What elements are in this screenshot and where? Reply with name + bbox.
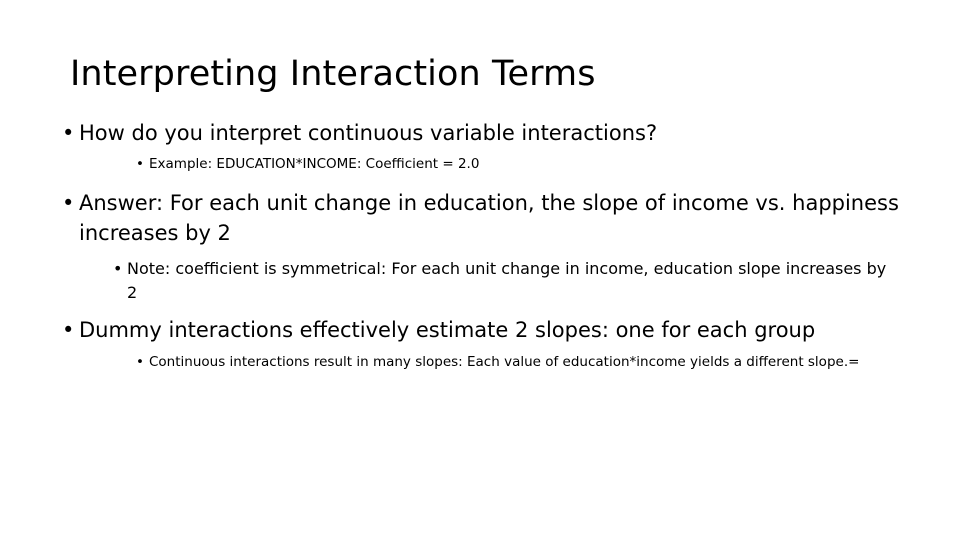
bullet-glyph-icon: • [62, 318, 75, 342]
bullet-glyph-icon: • [136, 156, 144, 172]
bullet-glyph-icon: • [113, 259, 123, 278]
bullet-glyph-icon: • [136, 354, 144, 370]
bullet-glyph-icon: • [62, 191, 75, 215]
bullet-item-1: • How do you interpret continuous variab… [0, 118, 960, 148]
bullet-text-4: Note: coefficient is symmetrical: For ea… [127, 259, 887, 302]
bullet-text-2: Example: EDUCATION*INCOME: Coefficient =… [149, 156, 480, 172]
bullet-glyph-icon: • [62, 121, 75, 145]
bullet-text-6: Continuous interactions result in many s… [149, 354, 860, 370]
slide-title: Interpreting Interaction Terms [70, 54, 596, 94]
bullet-item-6: • Continuous interactions result in many… [0, 352, 960, 373]
bullet-item-3: • Answer: For each unit change in educat… [0, 188, 960, 248]
bullet-text-3: Answer: For each unit change in educatio… [79, 191, 899, 245]
bullet-item-4: • Note: coefficient is symmetrical: For … [0, 257, 960, 305]
bullet-text-5: Dummy interactions effectively estimate … [79, 318, 816, 342]
bullet-text-1: How do you interpret continuous variable… [79, 121, 658, 145]
slide-body: • How do you interpret continuous variab… [0, 118, 960, 373]
bullet-item-5: • Dummy interactions effectively estimat… [0, 315, 960, 345]
bullet-item-2: • Example: EDUCATION*INCOME: Coefficient… [0, 154, 960, 175]
slide: Interpreting Interaction Terms • How do … [0, 0, 960, 540]
